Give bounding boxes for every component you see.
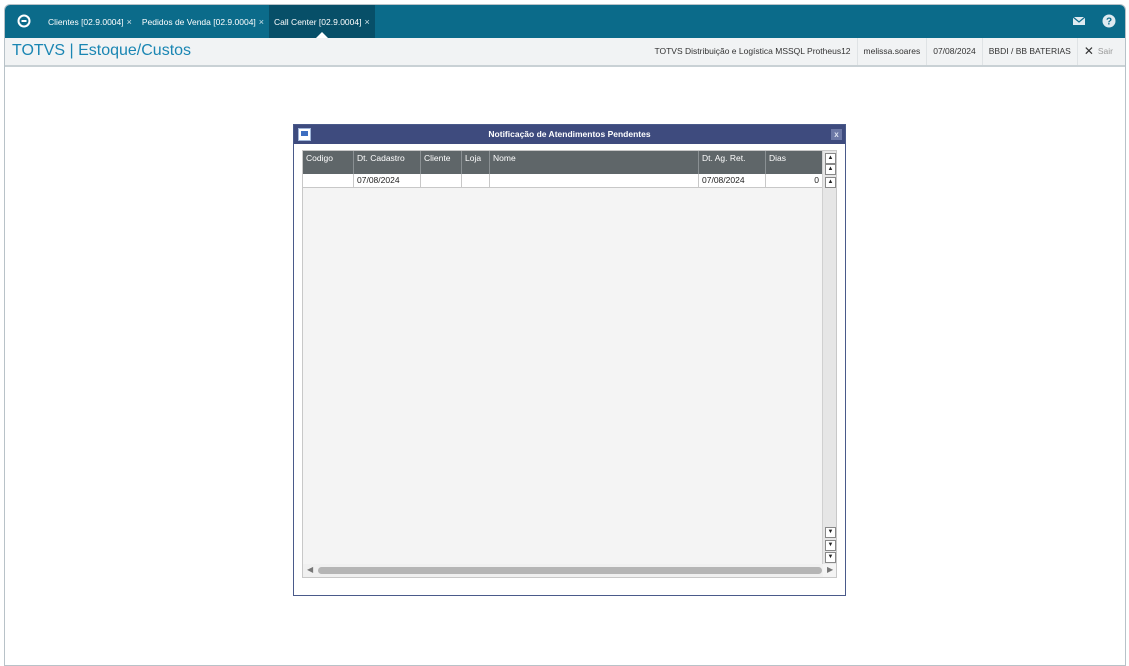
horizontal-scroll-thumb[interactable] bbox=[318, 567, 822, 574]
tab-close-icon[interactable]: × bbox=[259, 5, 264, 39]
table-row[interactable]: 07/08/2024 07/08/2024 0 bbox=[303, 174, 822, 188]
environment-label[interactable]: TOTVS Distribuição e Logística MSSQL Pro… bbox=[648, 38, 856, 65]
user-label[interactable]: melissa.soares bbox=[856, 38, 927, 65]
tab-pedidos-de-venda[interactable]: Pedidos de Venda [02.9.0004] × bbox=[137, 5, 269, 38]
dialog-title: Notificação de Atendimentos Pendentes bbox=[488, 129, 651, 139]
page-title: TOTVS | Estoque/Custos bbox=[12, 42, 192, 59]
horizontal-scrollbar[interactable]: ◀ ▶ bbox=[303, 564, 833, 577]
scroll-page-down-icon[interactable]: ▼ bbox=[825, 540, 836, 551]
date-label[interactable]: 07/08/2024 bbox=[926, 38, 982, 65]
scroll-up-icon[interactable]: ▲ bbox=[825, 177, 836, 188]
pending-notifications-dialog: Notificação de Atendimentos Pendentes x … bbox=[293, 124, 846, 596]
scroll-first-icon[interactable]: ▲ bbox=[825, 153, 836, 164]
tab-clientes[interactable]: Clientes [02.9.0004] × bbox=[43, 5, 137, 38]
cell-dt-ag-ret: 07/08/2024 bbox=[699, 174, 766, 187]
module-header: TOTVS | Estoque/Custos TOTVS Distribuiçã… bbox=[5, 38, 1125, 67]
column-header-cliente[interactable]: Cliente bbox=[421, 151, 462, 174]
column-header-codigo[interactable]: Codigo bbox=[303, 151, 354, 174]
svg-text:?: ? bbox=[1106, 17, 1112, 28]
column-header-dt-ag-ret[interactable]: Dt. Ag. Ret. bbox=[699, 151, 766, 174]
exit-button[interactable]: ✕ Sair bbox=[1076, 38, 1119, 65]
close-icon: ✕ bbox=[1083, 44, 1094, 58]
cell-dt-cadastro: 07/08/2024 bbox=[354, 174, 421, 187]
scroll-left-icon[interactable]: ◀ bbox=[307, 565, 313, 574]
branch-label[interactable]: BBDI / BB BATERIAS bbox=[981, 38, 1077, 65]
scroll-page-up-icon[interactable]: ▲ bbox=[825, 164, 836, 175]
mail-icon[interactable] bbox=[1071, 13, 1087, 29]
column-header-loja[interactable]: Loja bbox=[462, 151, 490, 174]
exit-label: Sair bbox=[1097, 46, 1113, 56]
dialog-window-icon bbox=[298, 128, 311, 141]
column-header-dias[interactable]: Dias bbox=[766, 151, 822, 174]
cell-dias: 0 bbox=[814, 175, 819, 185]
top-bar: Clientes [02.9.0004] × Pedidos de Venda … bbox=[5, 5, 1125, 38]
vertical-scrollbar[interactable]: ▲ ▲ ▲ ▼ ▼ ▼ bbox=[822, 151, 836, 564]
column-header-dt-cadastro[interactable]: Dt. Cadastro bbox=[354, 151, 421, 174]
tab-close-icon[interactable]: × bbox=[127, 5, 132, 39]
tab-close-icon[interactable]: × bbox=[364, 5, 369, 39]
tab-label: Clientes [02.9.0004] bbox=[48, 16, 124, 27]
totvs-logo-icon[interactable] bbox=[17, 14, 31, 28]
tab-call-center[interactable]: Call Center [02.9.0004] × bbox=[269, 5, 375, 38]
scroll-right-icon[interactable]: ▶ bbox=[827, 565, 833, 574]
pending-grid[interactable]: Codigo Dt. Cadastro Cliente Loja Nome Dt… bbox=[302, 150, 837, 578]
tab-bar: Clientes [02.9.0004] × Pedidos de Venda … bbox=[43, 5, 375, 38]
cell-loja bbox=[462, 174, 490, 187]
cell-codigo bbox=[303, 174, 354, 187]
grid-header: Codigo Dt. Cadastro Cliente Loja Nome Dt… bbox=[303, 151, 822, 174]
cell-cliente bbox=[421, 174, 462, 187]
help-icon[interactable]: ? bbox=[1101, 13, 1117, 29]
tab-label: Pedidos de Venda [02.9.0004] bbox=[141, 16, 256, 27]
scroll-down-icon[interactable]: ▼ bbox=[825, 527, 836, 538]
cell-nome bbox=[490, 174, 699, 187]
session-info: TOTVS Distribuição e Logística MSSQL Pro… bbox=[648, 38, 1119, 65]
column-header-nome[interactable]: Nome bbox=[490, 151, 699, 174]
dialog-title-bar[interactable]: Notificação de Atendimentos Pendentes x bbox=[294, 125, 845, 144]
dialog-close-button[interactable]: x bbox=[831, 129, 842, 140]
scroll-last-icon[interactable]: ▼ bbox=[825, 552, 836, 563]
